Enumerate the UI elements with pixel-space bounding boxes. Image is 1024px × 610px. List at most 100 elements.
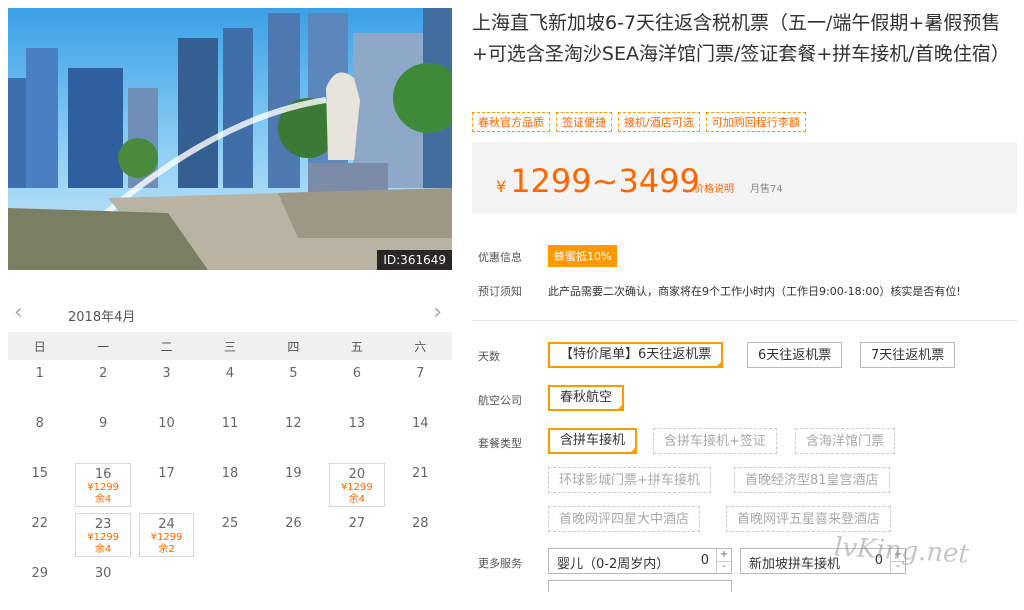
calendar-day: 6 <box>325 360 388 410</box>
day-number: 5 <box>289 366 298 381</box>
day-stock: 余4 <box>348 494 366 505</box>
decrement-button[interactable]: - <box>716 561 731 573</box>
feature-tag: 可加购回程行李额 <box>705 112 806 132</box>
weekday-label: 四 <box>287 339 300 354</box>
feature-tags: 春秋官方品质 签证便捷 接机/酒店可选 可加购回程行李额 <box>472 112 806 132</box>
day-number: 26 <box>285 516 302 531</box>
option-days-special[interactable]: 【特价尾单】6天往返机票 <box>548 342 724 368</box>
day-number: 4 <box>225 366 235 381</box>
calendar-day: 26 <box>262 510 325 560</box>
day-number: 12 <box>285 416 302 431</box>
weekday-label: 六 <box>414 339 427 354</box>
option-package-aquarium[interactable]: 含海洋馆门票 <box>795 428 896 454</box>
airline-label: 航空公司 <box>478 394 522 407</box>
day-stock: 余2 <box>158 544 175 555</box>
feature-tag: 接机/酒店可选 <box>618 112 700 132</box>
feature-tag: 签证便捷 <box>556 112 612 132</box>
calendar-day: 7 <box>389 360 452 410</box>
calendar-day: 2 <box>71 360 134 410</box>
more-services-label: 更多服务 <box>478 557 522 570</box>
price-explanation-link[interactable]: 价格说明 <box>694 180 734 195</box>
day-number: 20 <box>348 467 366 482</box>
day-number: 8 <box>35 416 44 431</box>
product-image[interactable]: ID:361649 <box>8 8 452 270</box>
calendar-day-available[interactable]: 16 ¥1299 余4 <box>75 463 131 507</box>
day-number: 24 <box>158 517 175 532</box>
feature-tag: 春秋官方品质 <box>472 112 550 132</box>
calendar-day-available[interactable]: 23 ¥1299 余4 <box>75 513 131 557</box>
option-package-81-hotel[interactable]: 首晚经济型81皇宫酒店 <box>734 467 890 493</box>
price-range-value: 1299~3499 <box>510 162 700 200</box>
calendar-day: 28 <box>389 510 452 560</box>
calendar-day: 4 <box>198 360 261 410</box>
calendar-day: 11 <box>198 410 261 460</box>
day-number: 19 <box>285 466 302 481</box>
next-service-row[interactable] <box>548 580 732 592</box>
promo-label: 优惠信息 <box>478 251 522 264</box>
day-number: 27 <box>348 516 366 531</box>
day-number: 10 <box>158 416 175 431</box>
option-airline[interactable]: 春秋航空 <box>548 385 625 411</box>
calendar-day: 29 <box>8 560 71 610</box>
infant-stepper[interactable]: 婴儿（0-2周岁内） 0 + - <box>548 548 732 574</box>
day-number: 30 <box>94 566 112 581</box>
option-package-4star-hotel[interactable]: 首晚网评四星大中酒店 <box>548 506 701 532</box>
option-package-pickup[interactable]: 含拼车接机 <box>548 428 638 454</box>
calendar-day: 8 <box>8 410 71 460</box>
calendar-day: 25 <box>198 510 261 560</box>
booking-notice: 此产品需要二次确认，商家将在9个工作小时内（工作日9:00-18:00）核实是否… <box>548 285 961 298</box>
option-days-7[interactable]: 7天往返机票 <box>860 342 956 368</box>
calendar-day: 15 <box>8 460 71 510</box>
calendar-day-available[interactable]: 24 ¥1299 余2 <box>138 513 195 557</box>
date-calendar: ‹ 2018年4月 › 日一二三四五六 1 2 3 4 5 6 7 8 9 10 11 12 13 14 1… <box>8 298 452 610</box>
day-number: 17 <box>158 466 175 481</box>
notice-label: 预订须知 <box>478 285 522 298</box>
option-days-6[interactable]: 6天往返机票 <box>747 342 843 368</box>
day-number: 28 <box>412 516 429 531</box>
calendar-day: 13 <box>325 410 388 460</box>
day-price: ¥1299 <box>87 532 120 543</box>
option-package-5star-hotel[interactable]: 首晚网评五星喜来登酒店 <box>726 506 892 532</box>
calendar-day: 19 <box>262 460 325 510</box>
day-price: ¥1299 <box>87 482 120 493</box>
day-number: 7 <box>416 366 425 381</box>
calendar-weekday-row: 日一二三四五六 <box>8 332 452 360</box>
option-package-universal[interactable]: 环球影城门票+拼车接机 <box>548 467 711 493</box>
day-number: 11 <box>221 416 239 431</box>
calendar-day: 9 <box>71 410 134 460</box>
day-number: 6 <box>352 366 361 381</box>
day-number: 1 <box>35 366 44 381</box>
calendar-day: 1 <box>8 360 71 410</box>
calendar-day: 5 <box>262 360 325 410</box>
divider <box>472 320 1018 321</box>
prev-month-icon[interactable]: ‹ <box>14 302 23 324</box>
singapore-skyline-illustration <box>8 8 452 270</box>
day-number: 16 <box>94 467 112 482</box>
calendar-day-available[interactable]: 20 ¥1299 余4 <box>329 463 385 507</box>
option-package-pickup-visa[interactable]: 含拼车接机+签证 <box>653 428 777 454</box>
day-number: 15 <box>31 466 48 481</box>
calendar-day: 21 <box>389 460 452 510</box>
days-label: 天数 <box>478 350 500 363</box>
weekday-label: 五 <box>350 339 363 354</box>
calendar-day-grid: 1 2 3 4 5 6 7 8 9 10 11 12 13 14 15 16 ¥1299 余4 17 18 19 20 ¥1… <box>8 360 452 610</box>
day-number: 2 <box>98 366 108 381</box>
next-month-icon[interactable]: › <box>433 302 442 324</box>
day-number: 9 <box>98 416 108 431</box>
calendar-day: 17 <box>135 460 198 510</box>
day-stock: 余4 <box>94 494 112 505</box>
calendar-day: 30 <box>71 560 134 610</box>
product-title: 上海直飞新加坡6-7天往返含税机票（五一/端午假期+暑假预售+可选含圣淘沙SEA… <box>472 12 1010 65</box>
calendar-day: 27 <box>325 510 388 560</box>
day-number: 21 <box>412 466 429 481</box>
stepper-value[interactable]: 0 <box>701 553 709 568</box>
day-number: 13 <box>348 416 366 431</box>
price-box: ¥1299~3499 价格说明 月售74 <box>472 142 1017 214</box>
weekday-label: 日 <box>33 339 46 354</box>
calendar-day: 22 <box>8 510 71 560</box>
day-price: ¥1299 <box>150 532 183 543</box>
calendar-day: 10 <box>135 410 198 460</box>
monthly-sales: 月售74 <box>750 184 783 195</box>
product-id-label: ID:361649 <box>377 250 452 270</box>
day-stock: 余4 <box>94 544 112 555</box>
